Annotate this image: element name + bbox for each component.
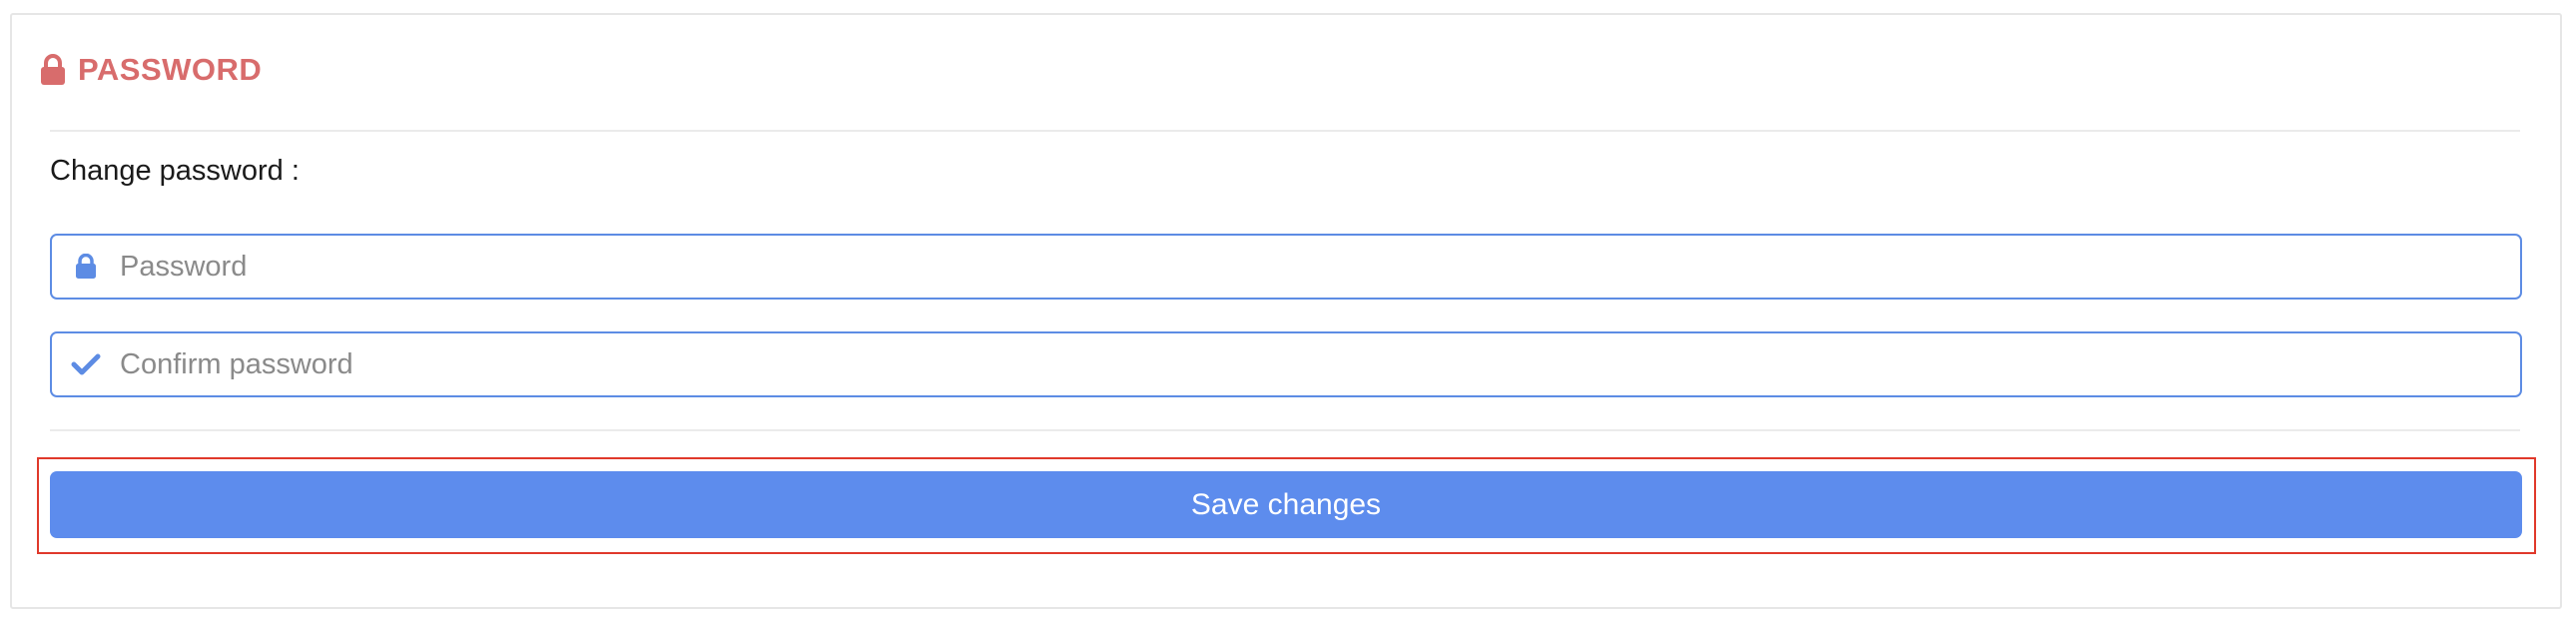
section-header: PASSWORD: [40, 45, 262, 95]
lock-icon: [40, 54, 66, 86]
password-field[interactable]: [50, 234, 2522, 300]
password-input[interactable]: [120, 236, 2520, 298]
change-password-label: Change password :: [50, 155, 300, 187]
lock-icon: [52, 254, 120, 280]
form-divider: [50, 429, 2520, 431]
check-icon: [52, 352, 120, 376]
confirm-password-input[interactable]: [120, 333, 2520, 395]
save-changes-button[interactable]: Save changes: [50, 471, 2522, 538]
section-title: PASSWORD: [78, 52, 263, 87]
confirm-password-field[interactable]: [50, 331, 2522, 397]
header-divider: [50, 130, 2520, 132]
